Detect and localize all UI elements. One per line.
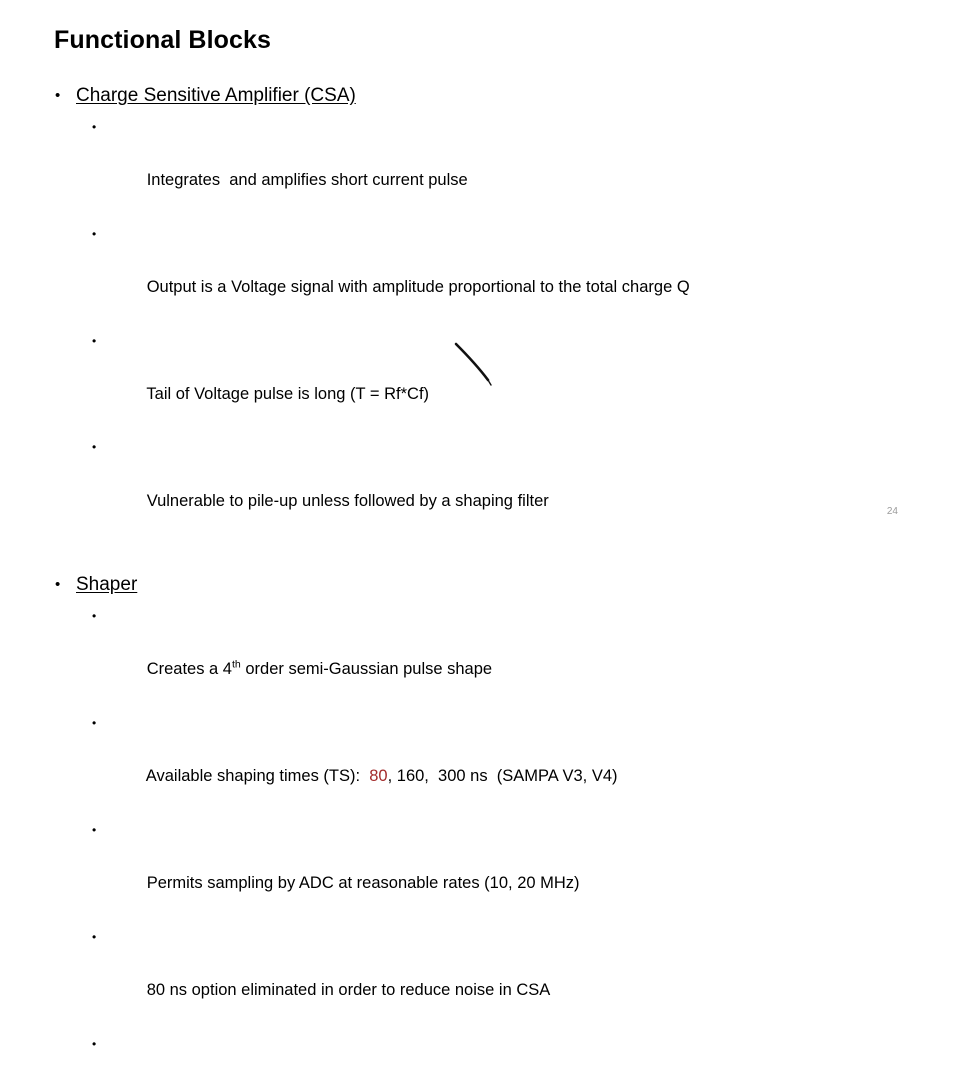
list-item-label: Vulnerable to pile-up unless followed by… <box>147 492 549 510</box>
section-heading-shaper: • Shaper <box>0 573 960 597</box>
bullet-icon: • <box>55 84 60 108</box>
section-heading-label: Charge Sensitive Amplifier (CSA) <box>76 85 356 106</box>
bullet-icon: • <box>92 221 96 247</box>
ordinal-suffix: th <box>232 659 241 671</box>
section-spacer <box>0 541 960 573</box>
list-item-label-post: , 160, 300 ns (SAMPA V3, V4) <box>388 767 618 785</box>
slide-canvas: Functional Blocks • Charge Sensitive Amp… <box>0 0 960 540</box>
highlighted-value: 80 <box>369 767 387 785</box>
section-heading-csa: • Charge Sensitive Amplifier (CSA) <box>0 84 960 108</box>
list-item-label: Output is a Voltage signal with amplitud… <box>147 278 690 296</box>
list-item: • Permits sampling by ADC at reasonable … <box>0 817 960 924</box>
list-item-label: Integrates and amplifies short current p… <box>147 171 468 189</box>
bullet-icon: • <box>55 573 60 597</box>
bullet-icon: • <box>92 817 96 843</box>
page-title: Functional Blocks <box>54 25 271 55</box>
bullet-icon: • <box>92 603 96 629</box>
section-items-csa: • Integrates and amplifies short current… <box>0 114 960 542</box>
list-item: • Output is a Voltage signal with amplit… <box>0 221 960 328</box>
bullet-icon: • <box>92 1031 96 1057</box>
list-item-label-pre: Creates a 4 <box>147 660 232 678</box>
page-number: 24 <box>887 506 898 517</box>
list-item-label: Tail of Voltage pulse is long (T = Rf*Cf… <box>146 385 429 403</box>
list-item: • Creates a 4th order semi-Gaussian puls… <box>0 603 960 710</box>
list-item-label-pre: Available shaping times (TS): <box>146 767 369 785</box>
bullet-icon: • <box>92 114 96 140</box>
bullet-icon: • <box>92 434 96 460</box>
section-items-shaper: • Creates a 4th order semi-Gaussian puls… <box>0 603 960 1080</box>
list-item: • Tail of Voltage pulse is long (T = Rf*… <box>0 328 960 435</box>
list-item: • SAMPA V5 is now in development with 80… <box>0 1031 960 1080</box>
list-item: • Available shaping times (TS): 80, 160,… <box>0 710 960 817</box>
list-item-label: 80 ns option eliminated in order to redu… <box>147 981 551 999</box>
bullet-icon: • <box>92 710 96 736</box>
list-item: • Integrates and amplifies short current… <box>0 114 960 221</box>
list-item: • Vulnerable to pile-up unless followed … <box>0 434 960 541</box>
bullet-icon: • <box>92 328 96 354</box>
section-heading-label: Shaper <box>76 574 137 595</box>
slide-body: • Charge Sensitive Amplifier (CSA) • Int… <box>0 84 960 1080</box>
list-item-label: Permits sampling by ADC at reasonable ra… <box>147 874 580 892</box>
list-item: • 80 ns option eliminated in order to re… <box>0 924 960 1031</box>
list-item-label-post: order semi-Gaussian pulse shape <box>241 660 492 678</box>
bullet-icon: • <box>92 924 96 950</box>
